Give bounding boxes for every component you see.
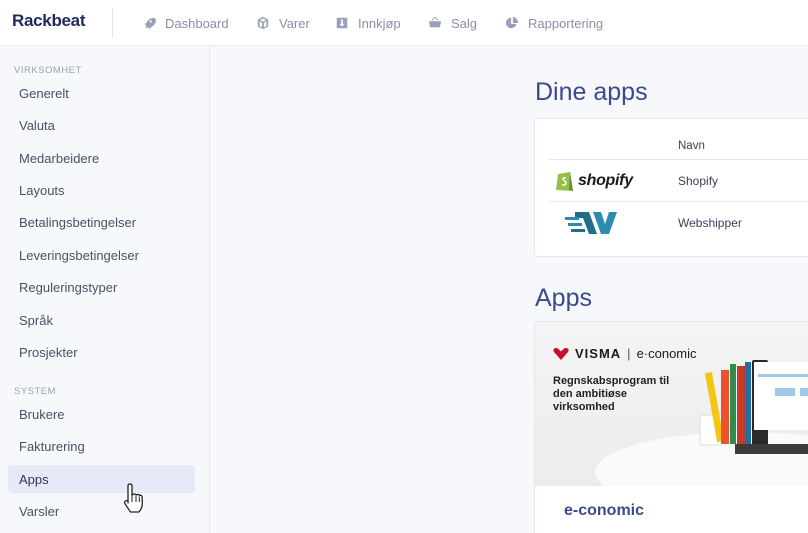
- sidebar-item-prosjekter[interactable]: Prosjekter: [8, 338, 195, 366]
- nav-label: Dashboard: [165, 15, 229, 31]
- download-icon: [336, 17, 348, 29]
- app-name: Webshipper: [678, 216, 742, 230]
- app-row-shopify[interactable]: shopify Shopify: [549, 161, 808, 201]
- section-title-system: SYSTEM: [14, 386, 57, 397]
- webshipper-icon: [565, 212, 617, 234]
- divider: [549, 159, 808, 160]
- box-icon: [257, 16, 269, 30]
- app-card-title: e-conomic: [564, 502, 645, 519]
- economic-promo-image: VISMA | e·conomic Regnskabsprogram til d…: [535, 322, 808, 486]
- sidebar-item-sprak[interactable]: Språk: [8, 306, 195, 334]
- nav-label: Varer: [279, 15, 310, 31]
- sidebar-item-layouts[interactable]: Layouts: [8, 176, 195, 204]
- shopify-bag-icon: [556, 172, 573, 191]
- shopify-wordmark: shopify: [578, 172, 633, 189]
- divider: [549, 201, 808, 202]
- app-row-webshipper[interactable]: Webshipper: [549, 203, 808, 243]
- nav-label: Salg: [451, 15, 478, 31]
- nav-dashboard[interactable]: Dashboard: [142, 0, 229, 46]
- sidebar-item-leveringsbetingelser[interactable]: Leveringsbetingelser: [8, 241, 195, 269]
- sidebar-item-generelt[interactable]: Generelt: [8, 79, 195, 107]
- sidebar-item-betalingsbetingelser[interactable]: Betalingsbetingelser: [8, 208, 195, 236]
- sidebar-item-brukere[interactable]: Brukere: [8, 400, 195, 428]
- divider: [112, 8, 113, 38]
- nav-salg[interactable]: Salg: [428, 0, 477, 46]
- sidebar-item-varsler[interactable]: Varsler: [8, 497, 195, 525]
- basket-icon: [428, 16, 442, 28]
- app-card-economic[interactable]: VISMA | e·conomic Regnskabsprogram til d…: [534, 321, 808, 533]
- pie-chart-icon: [505, 16, 519, 29]
- sidebar-item-valuta[interactable]: Valuta: [8, 111, 195, 139]
- top-navigation: Rackbeat Dashboard Varer Innkjøp Salg Ra…: [0, 0, 808, 46]
- brand-logo[interactable]: Rackbeat: [12, 11, 86, 31]
- desk-scene-illustration: [595, 360, 808, 486]
- app-name: Shopify: [678, 174, 719, 188]
- section-title-virksomhet: VIRKSOMHET: [14, 65, 82, 76]
- webshipper-logo: [565, 208, 625, 238]
- column-header-name: Navn: [678, 140, 705, 152]
- nav-label: Innkjøp: [358, 15, 401, 31]
- your-apps-title: Dine apps: [535, 78, 648, 106]
- shopify-logo: shopify: [555, 166, 633, 196]
- sidebar-item-reguleringstyper[interactable]: Reguleringstyper: [8, 273, 195, 301]
- nav-varer[interactable]: Varer: [256, 0, 310, 46]
- nav-innkjop[interactable]: Innkjøp: [335, 0, 401, 46]
- settings-sidebar: VIRKSOMHET Generelt Valuta Medarbeidere …: [0, 46, 210, 533]
- apps-title: Apps: [535, 284, 592, 312]
- sidebar-item-fakturering[interactable]: Fakturering: [8, 432, 195, 460]
- nav-label: Rapportering: [528, 15, 604, 31]
- nav-rapportering[interactable]: Rapportering: [505, 0, 603, 46]
- hand-cursor-icon: [123, 483, 143, 513]
- sidebar-item-medarbeidere[interactable]: Medarbeidere: [8, 144, 195, 172]
- rocket-icon: [144, 17, 156, 30]
- installed-apps-card: Navn shopify Shopify Webshipper: [534, 118, 808, 257]
- sidebar-item-apps[interactable]: Apps: [8, 465, 195, 493]
